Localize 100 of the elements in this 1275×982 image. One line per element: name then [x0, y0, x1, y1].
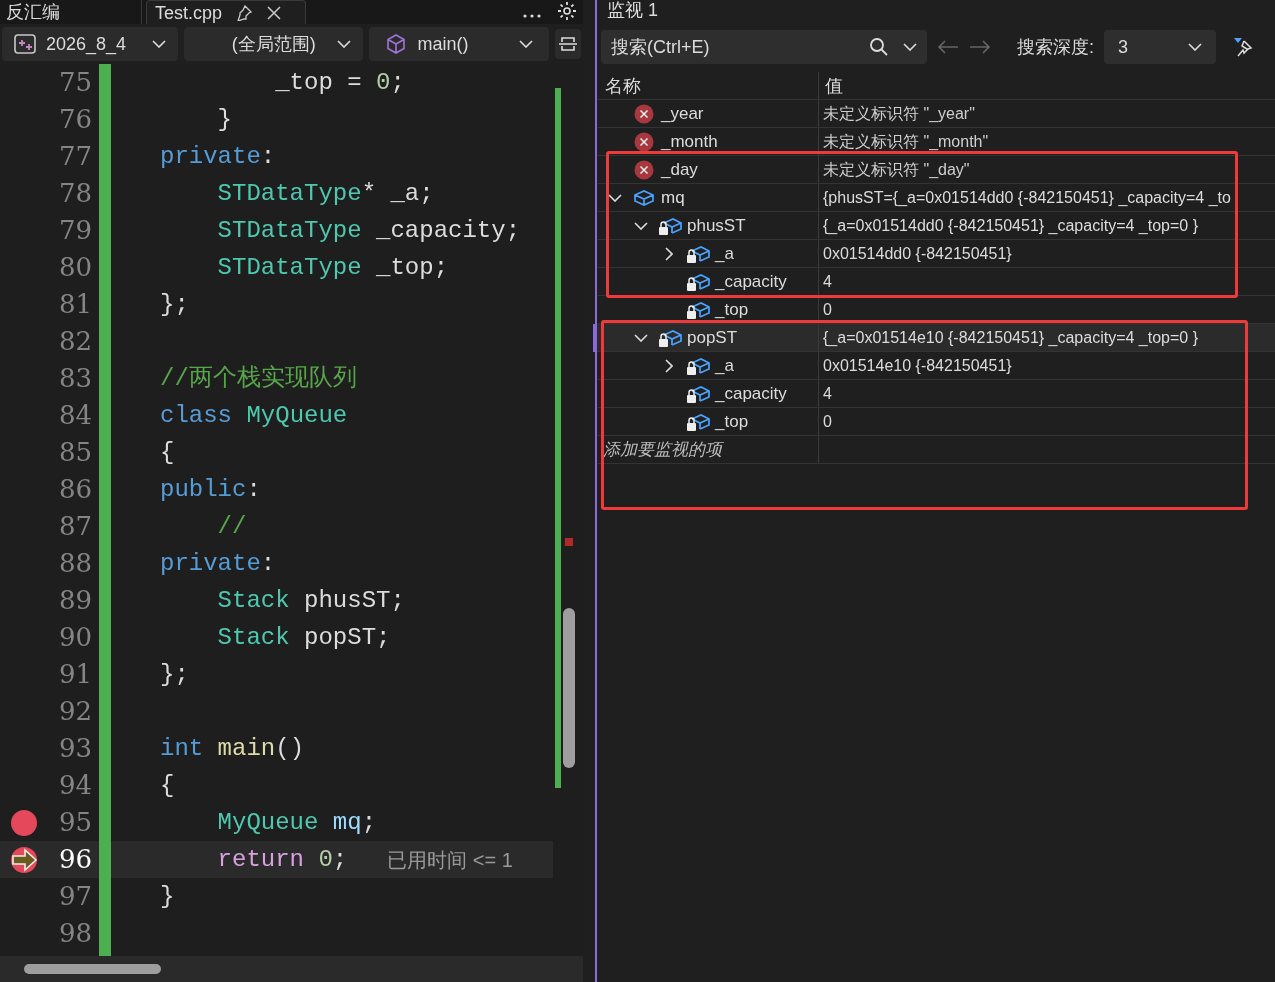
- member-dropdown[interactable]: main(): [369, 27, 550, 61]
- error-icon: [634, 159, 654, 180]
- tab-label: 反汇编: [6, 2, 60, 22]
- code-line: public:: [160, 474, 261, 505]
- line-number: 85: [57, 436, 92, 469]
- line-number: 91: [57, 658, 92, 691]
- watch-row[interactable]: _a 0x01514dd0 {-842150451}: [597, 240, 1275, 268]
- watch-name: _top: [715, 410, 749, 433]
- watch-row[interactable]: mq {phusST={_a=0x01514dd0 {-842150451} _capacity=4 _to: [597, 184, 1275, 212]
- scope-dropdown[interactable]: (全局范围): [183, 27, 364, 61]
- cube-icon: [633, 188, 655, 207]
- line-number: 83: [57, 362, 92, 395]
- member-name: main(): [417, 32, 470, 56]
- column-header[interactable]: 值: [819, 72, 1275, 99]
- chevron-down-icon[interactable]: [608, 193, 622, 202]
- scope-name: (全局范围): [231, 32, 317, 56]
- project-name: 2026_8_4: [46, 32, 128, 57]
- back-arrow-icon[interactable]: [937, 39, 959, 55]
- watch-name: _year: [661, 102, 704, 125]
- locked-member-icon: [658, 327, 682, 348]
- scroll-thumb[interactable]: [563, 608, 575, 768]
- chevron-right-icon[interactable]: [665, 246, 673, 261]
- chevron-right-icon[interactable]: [665, 358, 673, 373]
- more-icon[interactable]: [523, 14, 541, 18]
- code-line: STDataType _top;: [216, 252, 449, 283]
- code-line: };: [160, 289, 189, 320]
- pin-icon[interactable]: [236, 4, 253, 21]
- elapsed-time-hint: 已用时间 <= 1: [387, 847, 513, 873]
- watch-row[interactable]: _capacity 4: [597, 380, 1275, 408]
- split-button[interactable]: [555, 29, 581, 59]
- code-line: {: [160, 437, 175, 468]
- split-icon: [558, 34, 579, 54]
- project-dropdown[interactable]: 2026_8_4: [2, 27, 178, 61]
- watch-value: 4: [823, 383, 832, 404]
- watch-value: {_a=0x01514e10 {-842150451} _capacity=4 _top=0 }: [823, 327, 1198, 348]
- locked-member-icon: [686, 243, 710, 264]
- line-number: 87: [57, 510, 92, 543]
- depth-label: 搜索深度:: [1017, 35, 1094, 59]
- code-line: int main(): [160, 733, 305, 764]
- search-field[interactable]: 搜索(Ctrl+E): [601, 30, 927, 64]
- chevron-down-icon: [1188, 43, 1202, 51]
- code-line: STDataType _capacity;: [216, 215, 521, 246]
- line-number: 98: [57, 917, 92, 950]
- horizontal-scroll-thumb[interactable]: [24, 964, 161, 974]
- line-number: 94: [57, 769, 92, 802]
- watch-value: 0: [823, 411, 832, 432]
- watch-name: _a: [715, 354, 734, 377]
- project-icon: [14, 34, 36, 54]
- panel-title: 监视 1: [606, 0, 659, 22]
- close-icon[interactable]: [266, 4, 283, 21]
- code-line: private:: [160, 141, 276, 172]
- code-line: //两个栈实现队列: [160, 363, 357, 394]
- line-number: 81: [57, 288, 92, 321]
- search-input[interactable]: 搜索(Ctrl+E): [611, 33, 855, 61]
- line-number: 82: [57, 325, 92, 358]
- add-watch-placeholder[interactable]: 添加要监视的项: [603, 436, 722, 463]
- watch-row[interactable]: _year 未定义标识符 "_year": [597, 100, 1275, 128]
- depth-dropdown[interactable]: 3: [1104, 30, 1216, 64]
- chevron-down-icon: [903, 43, 917, 51]
- watch-name: popST: [687, 326, 738, 349]
- watch-value: 0x01514dd0 {-842150451}: [823, 243, 1012, 264]
- code-line: return 0;: [216, 844, 348, 875]
- line-number: 89: [57, 584, 92, 617]
- file-tab[interactable]: Test.cpp: [146, 0, 306, 24]
- watch-name: _a: [715, 242, 734, 265]
- cube-icon: [385, 33, 408, 55]
- watch-row[interactable]: _day 未定义标识符 "_day": [597, 156, 1275, 184]
- line-number: 80: [57, 251, 92, 284]
- code-line: class MyQueue: [160, 400, 348, 431]
- chevron-down-icon[interactable]: [634, 333, 648, 342]
- code-line: private:: [160, 548, 276, 579]
- watch-row[interactable]: phusST {_a=0x01514dd0 {-842150451} _capacity=4 _top=0 }: [597, 212, 1275, 240]
- code-line: MyQueue mq;: [216, 807, 377, 838]
- watch-value: {phusST={_a=0x01514dd0 {-842150451} _capacity=4 _to: [823, 187, 1231, 208]
- watch-value: 4: [823, 271, 832, 292]
- locked-member-icon: [686, 271, 710, 292]
- locked-member-icon: [686, 411, 710, 432]
- search-icon: [869, 37, 889, 57]
- column-header[interactable]: 名称: [597, 72, 819, 99]
- code-line: STDataType* _a;: [216, 178, 434, 209]
- chevron-down-icon: [519, 40, 534, 48]
- line-number: 93: [57, 732, 92, 765]
- chevron-down-icon: [337, 40, 352, 48]
- watch-row[interactable]: _a 0x01514e10 {-842150451}: [597, 352, 1275, 380]
- breakpoint-icon[interactable]: [11, 809, 37, 836]
- watch-name: _capacity: [715, 382, 787, 405]
- watch-row[interactable]: _month 未定义标识符 "_month": [597, 128, 1275, 156]
- forward-arrow-icon[interactable]: [969, 39, 991, 55]
- watch-row[interactable]: _capacity 4: [597, 268, 1275, 296]
- chevron-down-icon[interactable]: [634, 221, 648, 230]
- line-number: 92: [57, 695, 92, 728]
- code-line: //: [216, 511, 247, 542]
- watch-name: _top: [715, 298, 749, 321]
- error-icon: [634, 131, 654, 152]
- code-line: _top = 0;: [274, 67, 405, 98]
- watch-row[interactable]: _top 0: [597, 408, 1275, 436]
- settings-icon[interactable]: [557, 1, 577, 21]
- watch-value: 未定义标识符 "_month": [823, 131, 989, 152]
- line-number: 95: [57, 806, 92, 839]
- code-line: };: [160, 659, 189, 690]
